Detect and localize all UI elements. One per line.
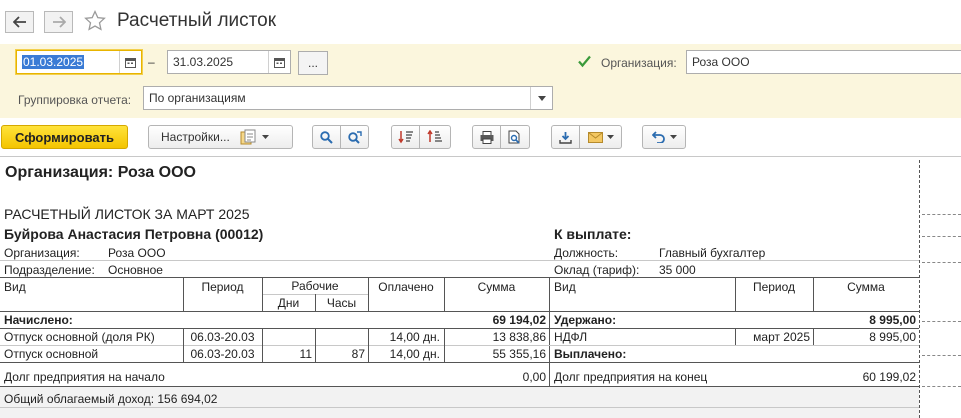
withheld-total: 8 995,00: [869, 313, 916, 327]
more-actions-button[interactable]: [642, 125, 686, 149]
print-preview-button[interactable]: [500, 125, 530, 149]
calendar-from-button[interactable]: [119, 51, 141, 73]
print-preview-icon: [508, 130, 520, 144]
calendar-icon: [125, 57, 136, 68]
organization-checkbox[interactable]: [577, 54, 592, 69]
organization-label: Организация:: [601, 56, 677, 70]
date-to-value: 31.03.2025: [173, 55, 234, 69]
filter-panel: 01.03.2025 – 31.03.2025 ... Организация:…: [0, 44, 961, 118]
info-org-value: Роза ООО: [108, 246, 166, 260]
sort-ascending-icon: [427, 130, 442, 142]
calendar-to-button[interactable]: [268, 51, 290, 73]
col-period-header: Период: [201, 280, 244, 294]
col-period-right-header: Период: [752, 280, 796, 294]
chevron-down-icon: [669, 135, 677, 139]
sort-descending-icon: [397, 131, 413, 144]
expand-groups-button[interactable]: [419, 125, 451, 149]
favorite-star-icon[interactable]: [83, 9, 107, 33]
date-from-field[interactable]: 01.03.2025: [16, 50, 142, 74]
settings-button[interactable]: Настройки...: [148, 125, 293, 149]
date-separator: –: [148, 55, 155, 69]
employee-name: Буйрова Анастасия Петровна (00012): [4, 226, 264, 242]
arrow-right-icon: [52, 16, 66, 28]
info-position-value: Главный бухгалтер: [659, 246, 766, 260]
undo-arrow-icon: [651, 131, 665, 143]
report-title: РАСЧЕТНЫЙ ЛИСТОК ЗА МАРТ 2025: [4, 206, 250, 222]
org-heading: Организация: Роза ООО: [5, 164, 196, 181]
save-button[interactable]: [551, 125, 580, 149]
accrued-total: 69 194,02: [492, 313, 546, 327]
info-dept-label: Подразделение:: [4, 263, 95, 277]
find-next-button[interactable]: [340, 125, 369, 149]
search-next-icon: [347, 130, 362, 144]
date-from-value: 01.03.2025: [22, 55, 85, 69]
generate-button[interactable]: Сформировать: [1, 125, 128, 149]
page-boundary: [919, 160, 920, 418]
calendar-icon: [274, 57, 285, 68]
forward-button[interactable]: [44, 11, 73, 33]
withheld-label: Удержано:: [554, 313, 617, 327]
paid-out-label: Выплачено:: [554, 347, 627, 361]
envelope-icon: [587, 131, 603, 143]
debt-end-label: Долг предприятия на конец: [554, 370, 708, 384]
organization-value: Роза ООО: [692, 55, 750, 69]
download-icon: [559, 131, 572, 144]
report-variants-icon: [240, 129, 256, 145]
col-working-header: Рабочие: [291, 279, 339, 293]
grouping-value: По организациям: [149, 91, 246, 105]
window-title: Расчетный листок: [117, 10, 277, 31]
col-sum-right-header: Сумма: [847, 280, 885, 294]
report-document: Организация: Роза ООО РАСЧЕТНЫЙ ЛИСТОК З…: [0, 156, 961, 418]
info-position-label: Должность:: [554, 246, 619, 260]
col-hours-header: Часы: [326, 296, 357, 310]
info-salary-label: Оклад (тариф):: [554, 263, 640, 277]
period-select-button[interactable]: ...: [298, 51, 328, 75]
info-salary-value: 35 000: [659, 263, 696, 277]
col-paid-header: Оплачено: [378, 280, 434, 294]
send-email-button[interactable]: [579, 125, 622, 149]
chevron-down-icon: [261, 135, 269, 139]
search-icon: [320, 130, 333, 144]
chevron-down-icon: [606, 135, 614, 139]
grouping-dropdown-button[interactable]: [530, 87, 552, 109]
col-kind-header: Вид: [4, 280, 26, 294]
info-org-label: Организация:: [4, 246, 80, 260]
print-button[interactable]: [472, 125, 501, 149]
to-pay-label: К выплате:: [554, 226, 632, 242]
taxable-income: Общий облагаемый доход: 156 694,02: [4, 392, 218, 406]
debt-start-value: 0,00: [522, 370, 546, 384]
grouping-select[interactable]: По организациям: [143, 86, 553, 110]
organization-field[interactable]: Роза ООО: [686, 50, 961, 74]
col-sum-header: Сумма: [477, 280, 516, 294]
col-days-header: Дни: [277, 296, 300, 310]
accrued-label: Начислено:: [4, 313, 73, 327]
debt-end-value: 60 199,02: [862, 370, 916, 384]
printer-icon: [480, 130, 493, 144]
date-to-field[interactable]: 31.03.2025: [167, 50, 291, 74]
back-button[interactable]: [5, 11, 34, 33]
settings-label: Настройки...: [161, 130, 230, 144]
col-kind-right-header: Вид: [554, 280, 576, 294]
chevron-down-icon: [537, 95, 546, 101]
debt-start-label: Долг предприятия на начало: [4, 370, 165, 384]
info-dept-value: Основное: [108, 263, 163, 277]
grouping-label: Группировка отчета:: [18, 93, 132, 107]
arrow-left-icon: [12, 16, 26, 28]
find-button[interactable]: [312, 125, 341, 149]
collapse-groups-button[interactable]: [391, 125, 420, 149]
title-bar: Расчетный листок: [0, 0, 961, 44]
